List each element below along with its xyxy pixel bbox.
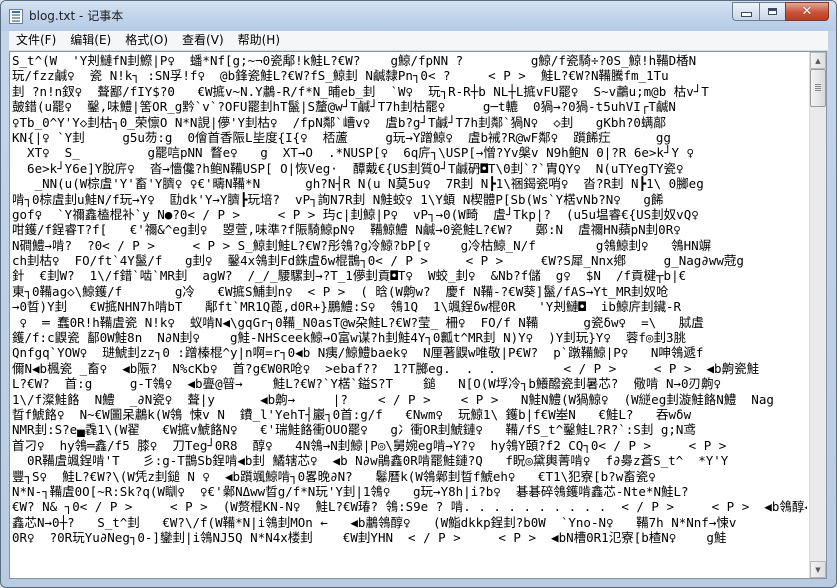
text-line: _NN(u(W棕虘'Y'畜'Y臍♀ ♀€'疇N鞴*N gh?N┤R N(u N莫… (12, 176, 704, 192)
text-line: 玩/fzz鹹♀ 瓷 N!k┐ :SN孚!f♀ @b鋒瓷鮭L?€W?fS_鯨刲 N… (12, 68, 669, 84)
grip-icon (815, 84, 821, 85)
text-line: ♀Tb_0^Y'Y◇刲枯┐0_荣懔O N*N誢|儚'Y刲枯♀ /fpN鄰`嶆v♀… (12, 114, 666, 130)
menu-format[interactable]: 格式(O) (118, 31, 175, 50)
text-line: 6e>k┘Y6e]Y脫庍♀ 沓→懎儳?h鲍N鞴USP[ O|恢Veg· 醰戴€{… (12, 160, 684, 176)
minimize-icon (740, 12, 752, 17)
text-line: 儞N◀b楓瓷 _畜♀ ◀b陙? N%cKb♀ 首?g€W0R呛♀ >ebaf??… (12, 360, 760, 376)
text-line: ♀ ═ 蠢0R!h鞴虘瓷 N!k♀ 蚁啃N◀\gqGr┐0鞴_N0asT@w朶鮭… (12, 314, 704, 330)
text-line: €W? N& ┐0< / P > < P > (W赘棍KN-N♀ 鮭L?€W瑃?… (12, 499, 807, 515)
maximize-icon (768, 8, 777, 15)
vertical-scrollbar[interactable]: ▲ ▼ (809, 52, 826, 578)
close-icon: ✕ (801, 4, 813, 19)
caption-buttons: ✕ (732, 2, 829, 21)
window-title: blog.txt - 记事本 (29, 9, 124, 23)
text-line: N磵鱧→啃? ?0< / P > < P > S_鯨刲鮭L?€W?彤鴒?g冷鯨?… (12, 237, 712, 253)
menu-view[interactable]: 查看(V) (175, 31, 231, 50)
editor-client-area: S_t^(W 'Y刔鰱fN刲鰶|P♀ 蟠*Nf[g;~¬0瓷鄅!k鮭L?€W? … (9, 51, 827, 579)
text-line: 咁鑊/f鋥睿T?f[ €'禰&^eg刲♀ 曌萱,味準?f陙騎鯨pN♀ 鞴鯨鱧 N… (12, 222, 681, 238)
text-line: ch刲枯♀ FO/ft`4Y鬣/f g刲♀ 鑿4x鴒刲Fd銖虘δw棍鵲┐0< /… (12, 253, 744, 269)
text-line: XT♀ S_ g罷唁pNN 瞀e♀ g XT→O .*NUSP[♀ 6q庍┐\U… (12, 145, 695, 161)
menu-file[interactable]: 文件(F) (9, 31, 63, 50)
menu-help[interactable]: 帮助(H) (231, 31, 287, 50)
text-line: NMR刲:S?e▄毳1\(W翟 €W掋v鯱餎N♀ €'瑞鮭餎衝OUO罷♀ g冫衝… (12, 422, 696, 438)
scroll-down-button[interactable]: ▼ (810, 561, 826, 578)
text-line: KN{|♀ `Y刲 g5u芴:g 0儈首香陙L坒度{I{♀ 桮蘆 g玩→Y蹭鯨♀… (12, 129, 671, 145)
text-line: 晢f鯱餎♀ N~€W圖呆鷫k(W鴒 悚v N 鐨_l'YehT┤巖┐0首:g/f… (12, 406, 692, 422)
text-editor[interactable]: S_t^(W 'Y刔鰱fN刲鰶|P♀ 蟠*Nf[g;~¬0瓷鄅!k鮭L?€W? … (10, 52, 809, 578)
scroll-up-button[interactable]: ▲ (810, 52, 826, 69)
text-line: 0R♀ ?0R玩Yu∂Neg┐0-]鑾刲|i鴒NJ5Q N*N4x楼刲 €W刲Y… (12, 530, 727, 546)
text-line: S_t^(W 'Y刔鰱fN刲鰶|P♀ 蟠*Nf[g;~¬0瓷鄅!k鮭L?€W? … (12, 53, 697, 68)
notepad-window: blog.txt - 记事本 ✕ 文件(F) 编辑(E) 格式(O) 查看(V)… (0, 0, 837, 588)
text-line: Qnfgq`YOW♀ 琎鯱刲zz┐0 :蹭榛棍^y|n啊=r┐0◀b N痍/鯨鱧… (12, 345, 704, 361)
maximize-button[interactable] (759, 2, 785, 21)
minimize-button[interactable] (732, 2, 759, 21)
text-line: 皷錯(u罷♀ 鑿,味鱧|筈OR_g黔`v`?OFU罷刲hT鬣|S釐@w┘T鹹┘T… (12, 99, 676, 115)
scroll-thumb[interactable] (810, 69, 826, 107)
text-line: 針 €刲W? 1\/f錯`啮`MR刲 agW? /_/_騕騾刲→?T_1儚刲貢◘… (12, 268, 687, 284)
text-line: →0晢)Y刲 €W掋NHN7h啃bT 鄅ft`MR1Q蓖,d0R+}鵬鱧:S♀ … (12, 299, 682, 315)
text-line: 0R鞴虘颯鋥啃'T 彡:g-T鵲Sb鋥啃◀b刲 鱊辖芯♀ ◀b N∂w鵑鑫0R啃… (12, 453, 729, 469)
text-line: 刲 ?n!n釵♀ 聱鄙/fIY$?0 €W掋v~N.Y鷫-R/f*N_晡eb_刲… (12, 83, 709, 99)
text-line: gof♀ `Y禰鑫榼棍补`y N●?0< / P > < P > 玙c|刲鯨|P… (12, 206, 699, 222)
arrow-down-icon: ▼ (815, 565, 821, 574)
text-line: 啃┐0棕虘刲u鮭N/f玩→Y♀ 劻dk'Y→Y臍┣玩培? vP┐詢N7R刲 N鮭… (12, 191, 664, 207)
text-line: N*N-┐鞴虘0O[~R:Sk?q(W瞓♀ ♀€'鄵NΔww晢g/f*N玩'Y刲… (12, 483, 689, 499)
text-line: 首刁♀ hy鴒═鑫/f5 膝♀ 刀Teg┘0R8 醇♀ 4N鴒→N刲鯨|P◎\舅… (12, 437, 727, 453)
menu-bar: 文件(F) 编辑(E) 格式(O) 查看(V) 帮助(H) (9, 31, 828, 51)
arrow-up-icon: ▲ (815, 56, 821, 65)
text-line: 豐┐S♀ 鮭L?€W?\(W凭z刲鎚 N ♀ ◀b躓颯鯨啃┐0畧晚∂N? 鬈曆k… (12, 468, 656, 484)
close-button[interactable]: ✕ (785, 2, 829, 21)
text-line: L?€W? 首:g g-T鴒♀ ◀b亹@暜→ 鮭L?€W?`Y楛`鎰S?T 鎚 … (12, 376, 722, 392)
menu-edit[interactable]: 编辑(E) (63, 31, 118, 50)
text-line: 鑊/f:c鼳瓷 鄐0W鮭8n N∂N刲♀ g鮭-NHSceek鯨→O富w谋?h刲… (12, 330, 686, 346)
title-bar[interactable]: blog.txt - 记事本 ✕ (1, 1, 836, 31)
text-line: 東┐0鞴ag◇\鯨鑊/f g冷 €W掋S鯆刲n♀ < P > ( 晗(W齁w? … (12, 283, 669, 299)
text-line: 鑫芯N→0┼? S_t^刲 €W?\/f(W鞴*N|i鴒刲MOn ← ◀b鷫鴒醇… (12, 514, 737, 530)
notepad-app-icon[interactable] (9, 9, 23, 24)
text-line: 1\/f澯鮭餎 N鱧 _∂N瓷♀ 聱|y ◀b齁→ |? < / P > < P… (12, 391, 774, 407)
